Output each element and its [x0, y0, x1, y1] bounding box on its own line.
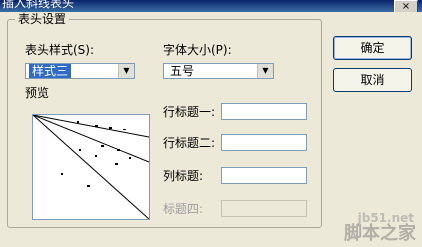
header-style-select[interactable]: 样式三 ▼: [25, 63, 135, 79]
preview-diagram: [33, 115, 149, 219]
header-style-value: 样式三: [29, 64, 72, 78]
column-title-input[interactable]: [221, 167, 307, 184]
watermark-brand: 脚本之家: [344, 223, 416, 244]
header-style-label: 表头样式(S):: [25, 43, 95, 57]
title-4-label: 标题四:: [163, 202, 204, 216]
close-icon: ×: [401, 1, 411, 12]
cancel-button[interactable]: 取消: [333, 68, 412, 92]
ok-button[interactable]: 确定: [333, 36, 412, 60]
row-title-2-label: 行标题二:: [163, 136, 216, 150]
group-legend: 表头设置: [15, 12, 70, 26]
chevron-down-icon[interactable]: ▼: [257, 64, 273, 78]
preview-label: 预览: [25, 86, 50, 100]
preview-pane: [32, 114, 150, 220]
row-title-1-label: 行标题一:: [163, 105, 216, 119]
font-size-select[interactable]: 五号 ▼: [163, 63, 274, 79]
chevron-down-icon[interactable]: ▼: [118, 64, 134, 78]
row-title-1-input[interactable]: [221, 103, 307, 120]
row-title-2-input[interactable]: [221, 134, 307, 151]
window-title: 插入斜线表头: [2, 0, 75, 10]
column-title-label: 列标题:: [163, 169, 204, 183]
font-size-label: 字体大小(P):: [163, 43, 232, 57]
title-bar: 插入斜线表头 ×: [0, 0, 422, 13]
font-size-value: 五号: [170, 64, 195, 78]
title-4-input: [221, 200, 307, 217]
